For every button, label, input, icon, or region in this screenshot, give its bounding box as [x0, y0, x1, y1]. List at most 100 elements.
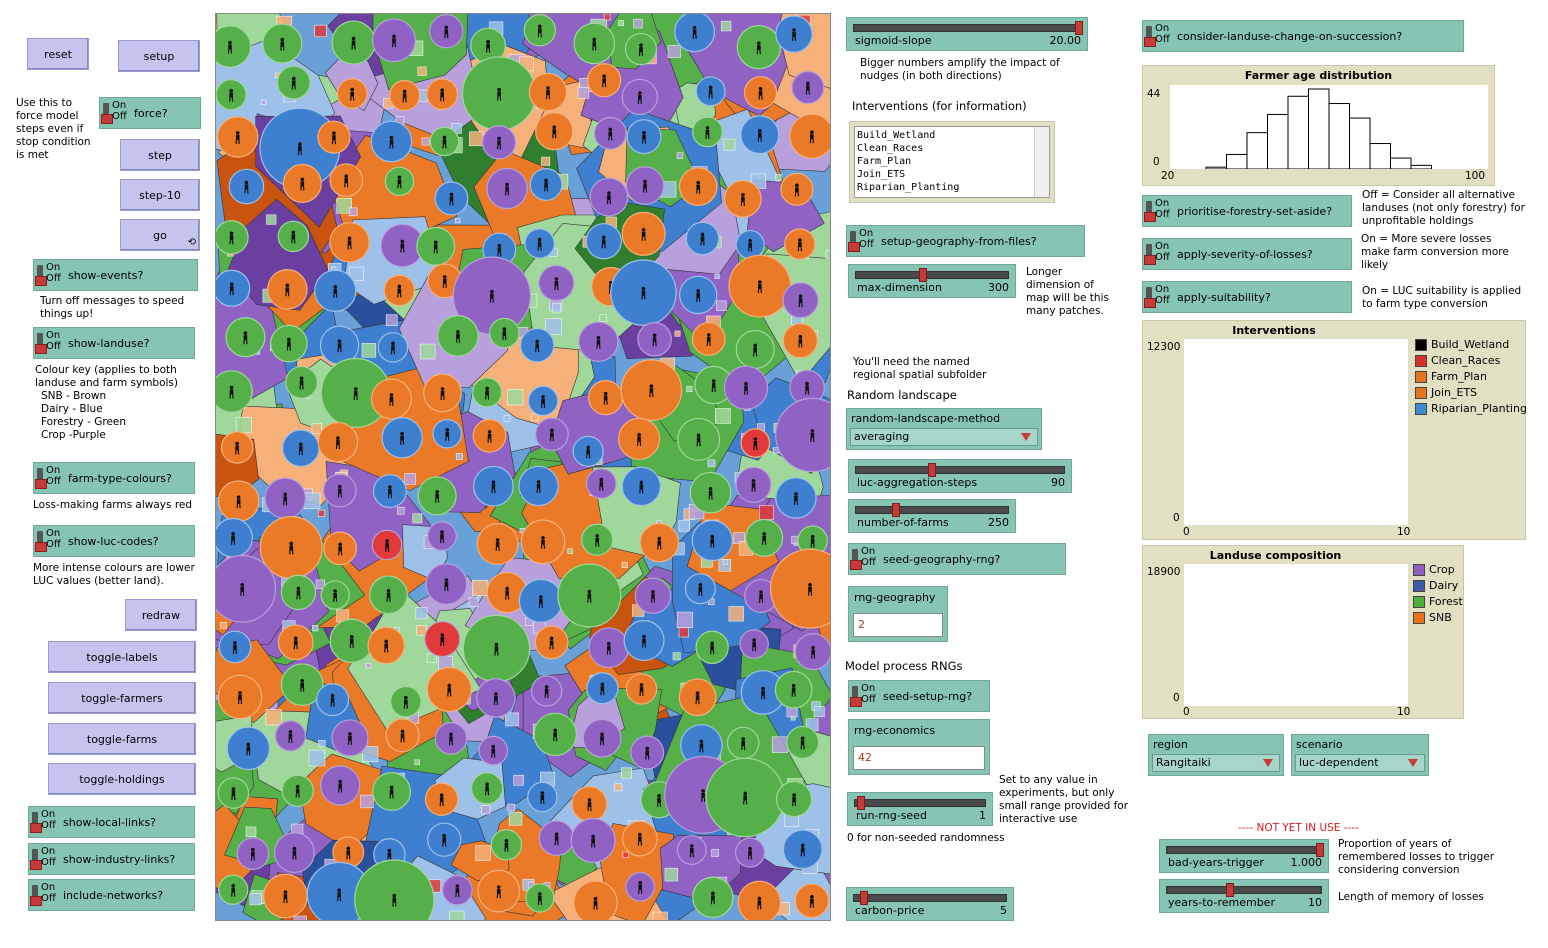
toggle-labels-button[interactable]: toggle-labels	[48, 641, 196, 673]
max-dimension-slider[interactable]: max-dimension 300	[848, 264, 1016, 298]
slider-knob[interactable]	[918, 268, 927, 282]
setup-geography-from-files-switch[interactable]: On Off setup-geography-from-files?	[846, 225, 1085, 257]
legend-swatch	[1413, 595, 1425, 608]
note-line: You'll need the named	[853, 356, 970, 368]
world-view-map[interactable]	[215, 13, 831, 921]
note-line: make farm conversion more	[1361, 246, 1509, 258]
redraw-button[interactable]: redraw	[125, 599, 197, 631]
holding-square	[503, 415, 511, 422]
toggle-holdings-button[interactable]: toggle-holdings	[48, 763, 196, 795]
go-button[interactable]: go ⟲	[120, 219, 200, 251]
on-label: On	[1155, 241, 1170, 252]
switch-label: show-luc-codes?	[68, 534, 159, 548]
slider-knob[interactable]	[892, 503, 900, 517]
random-landscape-method-chooser[interactable]: random-landscape-method averaging	[846, 408, 1042, 450]
note-line: SNB - Brown	[41, 390, 107, 402]
show-industry-links-switch[interactable]: On Off show-industry-links?	[28, 843, 195, 875]
chooser-value: Rangitaiki	[1156, 756, 1211, 769]
on-label: On	[46, 465, 61, 476]
slider-knob[interactable]	[860, 891, 869, 905]
holding-square	[676, 611, 694, 629]
holding-square	[813, 706, 825, 718]
show-luc-codes-switch[interactable]: On Off show-luc-codes?	[33, 525, 195, 557]
run-rng-seed-slider[interactable]: run-rng-seed 1	[847, 792, 993, 826]
memory-note: Length of memory of losses	[1338, 891, 1484, 903]
show-landuse-switch[interactable]: On Off show-landuse?	[33, 327, 195, 359]
show-local-links-switch[interactable]: On Off show-local-links?	[28, 806, 195, 838]
off-label: Off	[1155, 209, 1170, 220]
holding-square	[397, 507, 405, 515]
number-of-farms-slider[interactable]: number-of-farms 250	[848, 499, 1016, 533]
apply-severity-switch[interactable]: On Off apply-severity-of-losses?	[1142, 238, 1352, 270]
scrollbar[interactable]	[1034, 127, 1049, 197]
toggle-farms-button[interactable]: toggle-farms	[48, 723, 196, 755]
force-switch[interactable]: On Off force?	[99, 97, 201, 129]
holding-square	[404, 473, 417, 485]
landscape-map	[216, 14, 830, 920]
slider-value: 10	[1308, 896, 1322, 909]
show-events-switch[interactable]: On Off show-events?	[33, 259, 198, 291]
note-line: Longer	[1026, 266, 1063, 278]
list-item: Build_Wetland	[857, 130, 936, 141]
histogram-bar	[1390, 157, 1412, 170]
seed-setup-rng-switch[interactable]: On Off seed-setup-rng?	[848, 680, 990, 712]
toggle-farmers-button[interactable]: toggle-farmers	[48, 682, 196, 714]
histogram-bar	[1328, 103, 1350, 170]
switch-label: force?	[134, 106, 168, 120]
step-10-button[interactable]: step-10	[120, 179, 200, 211]
carbon-price-slider[interactable]: carbon-price 5	[846, 887, 1014, 921]
y-min-label: 0	[1173, 512, 1180, 524]
on-label: On	[112, 100, 127, 111]
luc-aggregation-steps-slider[interactable]: luc-aggregation-steps 90	[848, 459, 1072, 493]
toggle-icon: On Off	[849, 681, 883, 711]
non-seeded-note: 0 for non-seeded randomness	[847, 832, 1005, 844]
lossmaking-note: Loss-making farms always red	[33, 499, 193, 511]
legend-label: Dairy	[1429, 579, 1459, 592]
scenario-chooser[interactable]: scenario luc-dependent	[1291, 734, 1429, 776]
slider-knob[interactable]	[856, 796, 865, 810]
on-label: On	[41, 882, 56, 893]
holding-square	[449, 910, 465, 920]
list-item: Clean_Races	[857, 143, 924, 154]
chooser-value-box[interactable]: luc-dependent	[1295, 754, 1425, 772]
holding-square	[318, 739, 326, 748]
severity-note: On = More severe losses make farm conver…	[1361, 233, 1509, 272]
input-value[interactable]: 2	[853, 613, 943, 637]
rng-economics-input[interactable]: rng-economics 42	[848, 719, 990, 775]
proportion-note: Proportion of years of remembered losses…	[1338, 838, 1494, 877]
bad-years-trigger-slider[interactable]: bad-years-trigger 1.000	[1159, 839, 1329, 873]
years-to-remember-slider[interactable]: years-to-remember 10	[1159, 879, 1329, 913]
interventions-list[interactable]: Build_Wetland Clean_Races Farm_Plan Join…	[854, 126, 1050, 198]
reset-button[interactable]: reset	[27, 38, 89, 70]
chooser-name: scenario	[1296, 738, 1343, 751]
holding-square	[415, 607, 428, 620]
sigmoid-slope-slider[interactable]: sigmoid-slope 20.00	[846, 17, 1088, 51]
histogram-bar	[1410, 164, 1432, 170]
region-chooser[interactable]: region Rangitaiki	[1148, 734, 1284, 776]
note-line: steps even if	[16, 123, 84, 135]
prioritise-forestry-switch[interactable]: On Off prioritise-forestry-set-aside?	[1142, 195, 1352, 227]
apply-suitability-switch[interactable]: On Off apply-suitability?	[1142, 281, 1352, 313]
note-line: Proportion of years of	[1338, 838, 1452, 850]
x-max-label: 10	[1397, 526, 1411, 538]
note-line: things up!	[40, 308, 94, 320]
slider-knob[interactable]	[1075, 21, 1083, 35]
input-value[interactable]: 42	[853, 746, 985, 770]
off-label: Off	[41, 820, 56, 831]
slider-knob[interactable]	[1316, 843, 1324, 857]
legend-label: Crop	[1429, 563, 1455, 576]
rng-geography-input[interactable]: rng-geography 2	[848, 586, 948, 642]
chooser-value-box[interactable]: averaging	[850, 428, 1038, 446]
chooser-value-box[interactable]: Rangitaiki	[1152, 754, 1280, 772]
slider-knob[interactable]	[928, 463, 937, 477]
histogram-bar	[1226, 153, 1248, 170]
slider-knob[interactable]	[1226, 883, 1234, 897]
holding-square	[707, 459, 716, 468]
include-networks-switch[interactable]: On Off include-networks?	[28, 879, 195, 911]
farm-type-colours-switch[interactable]: On Off farm-type-colours?	[33, 462, 195, 494]
holding-square	[513, 774, 524, 786]
consider-landuse-change-switch[interactable]: On Off consider-landuse-change-on-success…	[1142, 20, 1464, 52]
setup-button[interactable]: setup	[118, 40, 200, 72]
step-button[interactable]: step	[120, 139, 200, 171]
seed-geography-rng-switch[interactable]: On Off seed-geography-rng?	[848, 543, 1066, 575]
